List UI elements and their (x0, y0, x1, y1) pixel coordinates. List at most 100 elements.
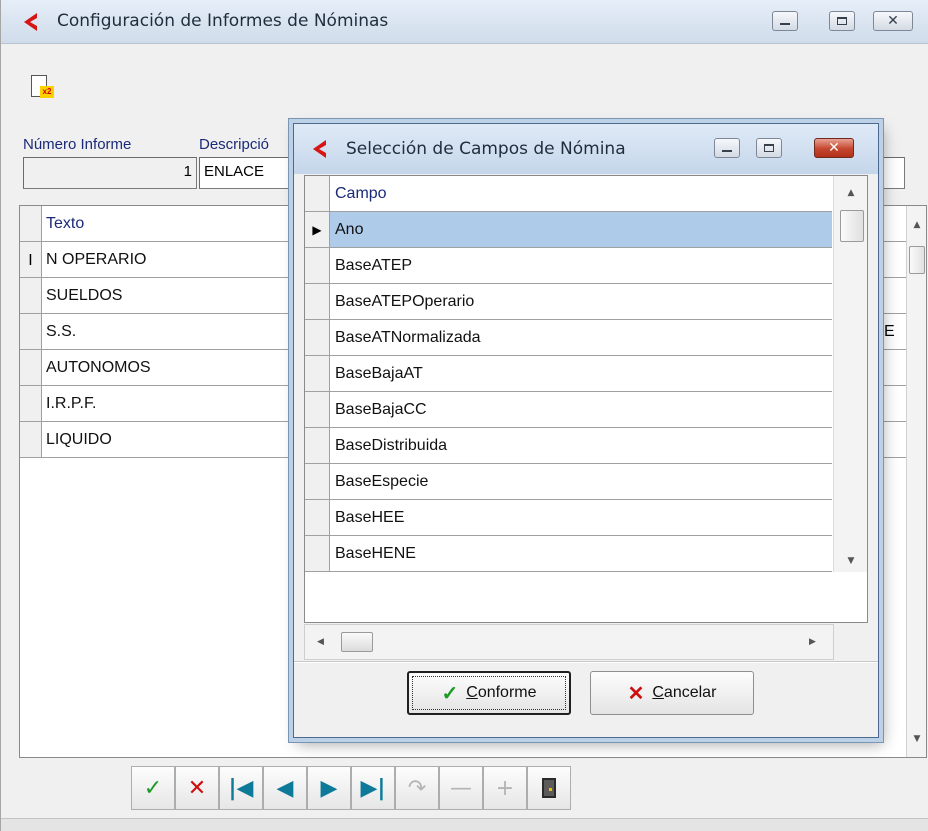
scroll-down-icon[interactable]: ▼ (907, 734, 927, 744)
scroll-thumb[interactable] (909, 246, 925, 274)
delete-record-button[interactable]: — (439, 766, 483, 810)
first-icon: |◀ (228, 775, 254, 801)
numero-informe-field[interactable]: 1 (23, 157, 197, 189)
dialog-title-bar: Selección de Campos de Nómina ✕ (294, 124, 878, 174)
close-icon: ✕ (887, 13, 899, 29)
table-row[interactable]: BaseATNormalizada (305, 320, 832, 356)
close-icon: ✕ (828, 140, 840, 156)
table-cell[interactable]: BaseHENE (330, 536, 832, 572)
campos-selection-dialog: Selección de Campos de Nómina ✕ Campo ▶ … (293, 123, 879, 738)
scroll-up-icon[interactable]: ▲ (834, 188, 868, 198)
dialog-maximize-button[interactable] (756, 138, 782, 158)
dialog-title: Selección de Campos de Nómina (346, 139, 626, 159)
row-indicator (20, 278, 42, 314)
campos-horizontal-scrollbar[interactable]: ◀ ▶ (304, 624, 834, 660)
maximize-icon (764, 144, 774, 152)
scroll-left-icon[interactable]: ◀ (317, 625, 324, 659)
row-indicator (305, 284, 330, 320)
check-icon: ✓ (143, 775, 163, 801)
cross-icon: ✕ (627, 682, 645, 705)
campos-grid[interactable]: Campo ▶ Ano BaseATEP BaseATEPOperario Ba… (304, 175, 868, 623)
table-cell[interactable]: BaseEspecie (330, 464, 832, 500)
scroll-thumb[interactable] (341, 632, 373, 652)
main-minimize-button[interactable] (772, 11, 798, 31)
table-cell[interactable]: BaseDistribuida (330, 428, 832, 464)
conforme-button[interactable]: ✓ Conforme (407, 671, 571, 715)
row-indicator (305, 356, 330, 392)
main-maximize-button[interactable] (829, 11, 855, 31)
minus-icon: — (450, 775, 472, 801)
table-cell[interactable]: Ano (330, 212, 832, 248)
plus-icon: + (495, 775, 515, 801)
main-close-button[interactable]: ✕ (873, 11, 913, 31)
app-logo-icon (24, 13, 37, 31)
row-indicator (305, 392, 330, 428)
table-row[interactable]: BaseDistribuida (305, 428, 832, 464)
main-grid-vertical-scrollbar[interactable]: ▲ ▼ (906, 206, 926, 757)
refresh-icon: ↷ (407, 775, 427, 801)
table-cell[interactable]: BaseATNormalizada (330, 320, 832, 356)
cancel-edit-button[interactable]: ✕ (175, 766, 219, 810)
row-indicator (20, 422, 42, 458)
last-record-button[interactable]: ▶| (351, 766, 395, 810)
campos-vertical-scrollbar[interactable]: ▲ ▼ (833, 176, 867, 572)
status-bar (1, 818, 928, 831)
scroll-down-icon[interactable]: ▼ (834, 556, 868, 566)
prior-record-button[interactable]: ◀ (263, 766, 307, 810)
row-indicator (305, 536, 330, 572)
table-row[interactable]: BaseHEE (305, 500, 832, 536)
row-indicator (305, 428, 330, 464)
prior-icon: ◀ (276, 775, 294, 801)
table-row[interactable]: BaseATEPOperario (305, 284, 832, 320)
dialog-separator (294, 661, 878, 663)
dialog-close-button[interactable]: ✕ (814, 138, 854, 158)
exit-button[interactable] (527, 766, 571, 810)
maximize-icon (837, 17, 847, 25)
refresh-button[interactable]: ↷ (395, 766, 439, 810)
main-title-bar: Configuración de Informes de Nóminas ✕ (1, 0, 928, 44)
row-pointer-icon: ▶ (305, 212, 330, 248)
descripcion-field[interactable]: ENLACE (199, 157, 295, 189)
edit-cursor-icon: I (20, 242, 42, 278)
table-cell[interactable]: BaseATEPOperario (330, 284, 832, 320)
scroll-up-icon[interactable]: ▲ (907, 220, 927, 230)
table-cell[interactable]: BaseATEP (330, 248, 832, 284)
insert-record-button[interactable]: + (483, 766, 527, 810)
descripcion-label: Descripció (199, 136, 270, 153)
row-indicator (305, 320, 330, 356)
post-button[interactable]: ✓ (131, 766, 175, 810)
first-record-button[interactable]: |◀ (219, 766, 263, 810)
check-icon: ✓ (441, 682, 459, 705)
table-row[interactable]: BaseATEP (305, 248, 832, 284)
minimize-icon (780, 22, 790, 26)
table-row[interactable]: ▶ Ano (305, 212, 832, 248)
table-cell[interactable]: BaseBajaCC (330, 392, 832, 428)
row-indicator (305, 500, 330, 536)
partial-column-text: E (884, 323, 895, 340)
cancelar-button[interactable]: ✕ Cancelar (590, 671, 754, 715)
numero-informe-label: Número Informe (23, 136, 132, 153)
next-icon: ▶ (320, 775, 338, 801)
descripcion-field-end (881, 157, 905, 189)
table-row[interactable]: BaseEspecie (305, 464, 832, 500)
row-indicator (20, 386, 42, 422)
main-window-title: Configuración de Informes de Nóminas (57, 11, 389, 31)
table-row[interactable]: BaseBajaCC (305, 392, 832, 428)
scroll-right-icon[interactable]: ▶ (809, 625, 816, 659)
conforme-label: Conforme (466, 684, 537, 701)
cross-icon: ✕ (187, 775, 207, 801)
table-row[interactable]: BaseHENE (305, 536, 832, 572)
grid-header-indicator (305, 176, 330, 212)
campo-column-header[interactable]: Campo (330, 176, 832, 212)
table-row[interactable]: BaseBajaAT (305, 356, 832, 392)
door-exit-icon (542, 778, 556, 798)
dialog-minimize-button[interactable] (714, 138, 740, 158)
new-document-icon[interactable]: x2 (31, 75, 54, 98)
scroll-thumb[interactable] (840, 210, 864, 242)
cancelar-label: Cancelar (652, 684, 717, 701)
table-cell[interactable]: BaseHEE (330, 500, 832, 536)
row-indicator (305, 248, 330, 284)
table-cell[interactable]: BaseBajaAT (330, 356, 832, 392)
next-record-button[interactable]: ▶ (307, 766, 351, 810)
row-indicator (305, 464, 330, 500)
